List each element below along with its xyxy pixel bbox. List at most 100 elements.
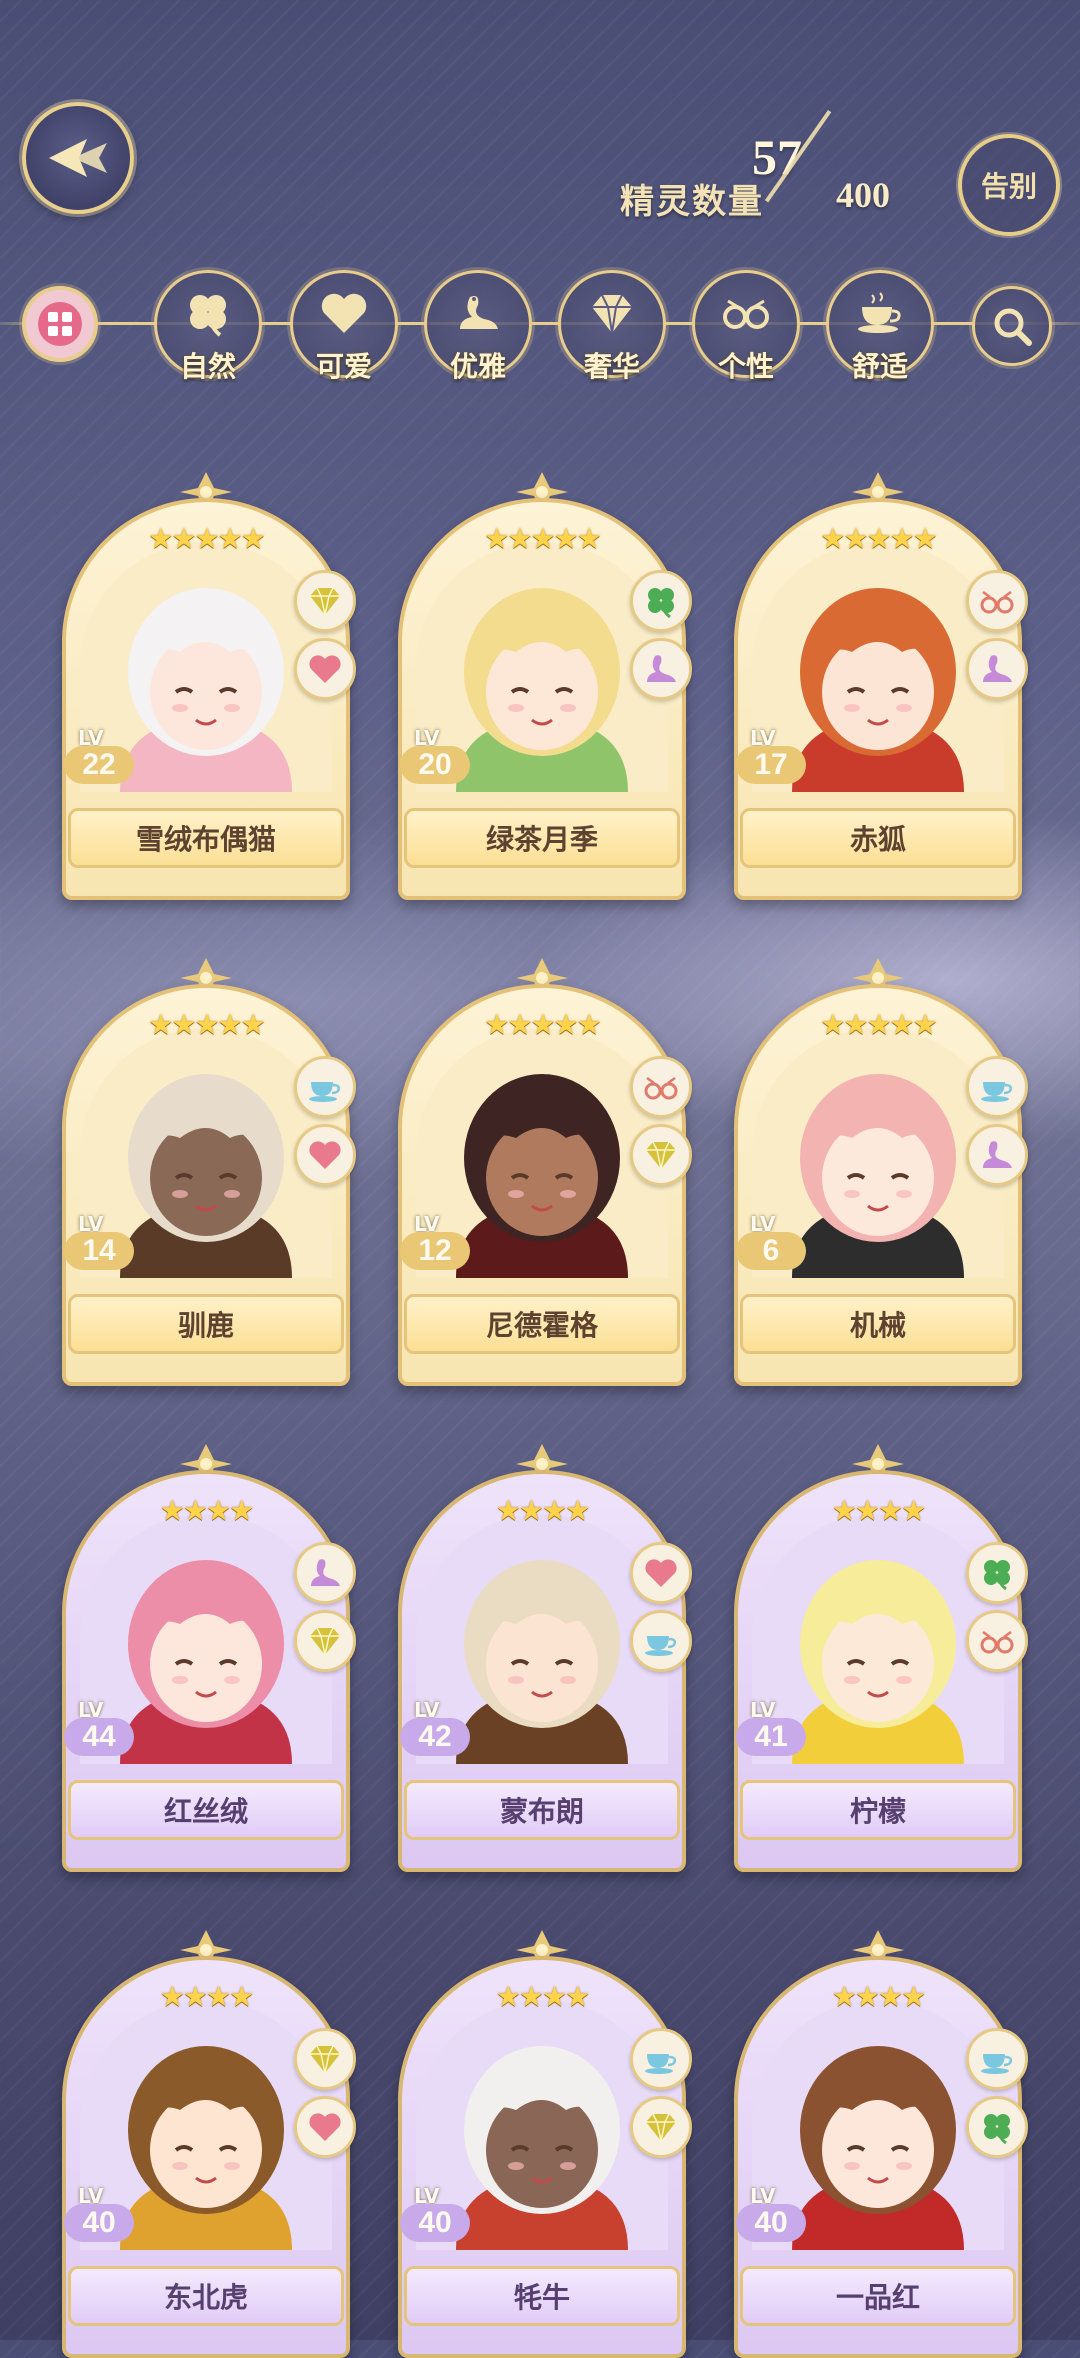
rarity-stars: ★★★★★ (148, 522, 266, 555)
level-number: 41 (736, 1718, 806, 1756)
level-badge: LV 41 (736, 1698, 808, 1762)
level-badge: LV 40 (64, 2184, 136, 2248)
swan-icon (966, 1124, 1028, 1186)
search-icon (994, 308, 1032, 346)
rarity-stars: ★★★★★ (820, 522, 938, 555)
swan-icon (630, 638, 692, 700)
rarity-stars: ★★★★ (831, 1494, 926, 1527)
farewell-label: 告别 (980, 170, 1037, 203)
spirit-card[interactable]: ★★★★★ LV 14 驯鹿 (62, 956, 356, 1386)
filter-all[interactable] (22, 286, 98, 362)
spirit-card[interactable]: ★★★★ LV 41 柠檬 (734, 1442, 1028, 1872)
level-number: 12 (400, 1232, 470, 1270)
spirit-name: 一品红 (740, 2266, 1016, 2326)
filter-comfort[interactable]: 舒适 (826, 270, 934, 383)
spirit-name: 红丝绒 (68, 1780, 344, 1840)
glasses-icon (966, 1610, 1028, 1672)
filter-nature[interactable]: 自然 (154, 270, 262, 383)
level-badge: LV 22 (64, 726, 136, 790)
filter-label: 优雅 (449, 350, 506, 383)
diamond-icon (294, 570, 356, 632)
back-button[interactable] (22, 102, 134, 214)
filter-label: 奢华 (583, 350, 640, 383)
rarity-stars: ★★★★ (495, 1980, 590, 2013)
heart-icon (294, 1124, 356, 1186)
rarity-stars: ★★★★★ (484, 1008, 602, 1041)
spirit-name: 蒙布朗 (404, 1780, 680, 1840)
grid-icon (38, 302, 82, 346)
spirit-card[interactable]: ★★★★ LV 44 红丝绒 (62, 1442, 356, 1872)
swan-icon (966, 638, 1028, 700)
swan-icon (460, 296, 498, 329)
spirit-name: 驯鹿 (68, 1294, 344, 1354)
rarity-stars: ★★★★★ (820, 1008, 938, 1041)
filter-personality[interactable]: 个性 (692, 270, 800, 383)
spirit-card[interactable]: ★★★★ LV 40 东北虎 (62, 1928, 356, 2358)
teacup-icon (966, 2028, 1028, 2090)
spirit-count: 精灵数量 57 400 (620, 110, 940, 228)
diamond-icon (294, 1610, 356, 1672)
level-badge: LV 40 (400, 2184, 472, 2248)
level-badge: LV 42 (400, 1698, 472, 1762)
spirit-count-label: 精灵数量 (620, 182, 764, 222)
spirit-card[interactable]: ★★★★★ LV 12 尼德霍格 (398, 956, 692, 1386)
diamond-icon (630, 2096, 692, 2158)
spirit-card[interactable]: ★★★★★ LV 6 机械 (734, 956, 1028, 1386)
level-badge: LV 12 (400, 1212, 472, 1276)
rarity-stars: ★★★★ (495, 1494, 590, 1527)
filter-label: 自然 (179, 350, 236, 383)
spirit-card[interactable]: ★★★★ LV 42 蒙布朗 (398, 1442, 692, 1872)
level-number: 40 (736, 2204, 806, 2242)
back-arrow-icon (49, 139, 107, 177)
heart-icon (321, 293, 367, 333)
spirit-count-total: 400 (836, 175, 890, 215)
level-number: 22 (64, 746, 134, 784)
spirit-name: 绿茶月季 (404, 808, 680, 868)
spirit-name: 尼德霍格 (404, 1294, 680, 1354)
spirit-name: 东北虎 (68, 2266, 344, 2326)
spirit-card[interactable]: ★★★★ LV 40 一品红 (734, 1928, 1028, 2358)
rarity-stars: ★★★★ (159, 1980, 254, 2013)
level-number: 42 (400, 1718, 470, 1756)
diamond-icon (592, 294, 632, 334)
level-badge: LV 40 (736, 2184, 808, 2248)
filter-label: 舒适 (851, 350, 908, 383)
level-number: 40 (400, 2204, 470, 2242)
glasses-icon (723, 299, 769, 329)
heart-icon (294, 2096, 356, 2158)
spirit-card[interactable]: ★★★★★ LV 22 雪绒布偶猫 (62, 470, 356, 900)
filter-cute[interactable]: 可爱 (290, 270, 398, 383)
rarity-stars: ★★★★ (831, 1980, 926, 2013)
spirit-card[interactable]: ★★★★★ LV 17 赤狐 (734, 470, 1028, 900)
spirit-name: 赤狐 (740, 808, 1016, 868)
level-number: 6 (736, 1232, 806, 1270)
level-badge: LV 44 (64, 1698, 136, 1762)
rarity-stars: ★★★★ (159, 1494, 254, 1527)
level-number: 14 (64, 1232, 134, 1270)
spirit-card[interactable]: ★★★★ LV 40 牦牛 (398, 1928, 692, 2358)
glasses-icon (630, 1056, 692, 1118)
level-badge: LV 20 (400, 726, 472, 790)
diamond-icon (630, 1124, 692, 1186)
spirit-name: 雪绒布偶猫 (68, 808, 344, 868)
filter-label: 可爱 (315, 350, 372, 383)
clover-icon (630, 570, 692, 632)
filter-luxury[interactable]: 奢华 (558, 270, 666, 383)
teacup-icon (630, 1610, 692, 1672)
level-number: 17 (736, 746, 806, 784)
rarity-stars: ★★★★★ (148, 1008, 266, 1041)
search-button[interactable] (972, 286, 1052, 366)
heart-icon (630, 1542, 692, 1604)
farewell-button[interactable]: 告别 (958, 134, 1060, 236)
filter-elegant[interactable]: 优雅 (424, 270, 532, 383)
level-number: 44 (64, 1718, 134, 1756)
level-number: 20 (400, 746, 470, 784)
spirit-name: 柠檬 (740, 1780, 1016, 1840)
level-badge: LV 17 (736, 726, 808, 790)
level-badge: LV 6 (736, 1212, 808, 1276)
teacup-icon (966, 1056, 1028, 1118)
filter-label: 个性 (717, 350, 774, 383)
spirit-card[interactable]: ★★★★★ LV 20 绿茶月季 (398, 470, 692, 900)
clover-icon (190, 295, 226, 337)
spirit-name: 机械 (740, 1294, 1016, 1354)
